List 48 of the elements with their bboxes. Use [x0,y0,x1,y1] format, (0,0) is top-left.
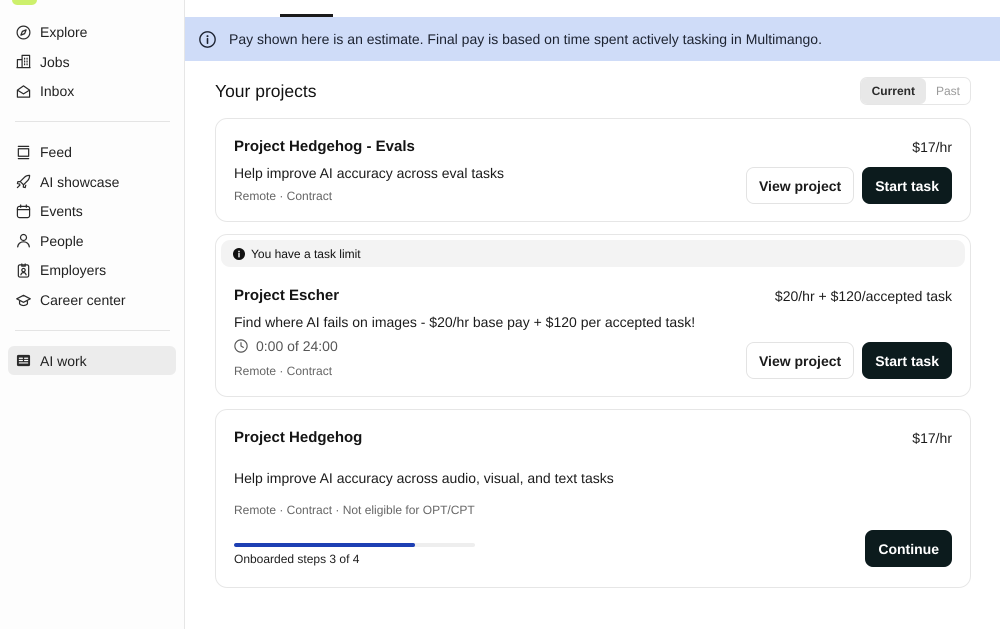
list-card-icon [16,353,31,368]
project-title: Project Hedgehog [234,428,362,448]
project-description: Help improve AI accuracy across audio, visual, and text tasks [234,469,614,488]
info-icon [199,30,216,48]
progress-label: Onboarded steps 3 of 4 [234,551,360,568]
project-meta: Remote · Contract · Not eligible for OPT/CPT [234,502,476,519]
notice-text: You have a task limit [251,246,361,260]
person-icon [16,233,31,248]
project-meta: Remote · Contract [234,363,334,380]
action-button[interactable]: Continue [865,530,952,567]
timer-text: 0:00 of 24:00 [256,338,338,354]
clock-icon [234,339,248,353]
nav-item[interactable]: AI work [8,346,176,376]
action-button[interactable]: Start task [862,342,952,379]
tray-icon [16,144,31,160]
id-badge-icon [16,262,31,278]
nav-item[interactable]: Jobs [8,47,176,77]
nav-item[interactable]: Employers [8,256,176,286]
graduation-cap-icon [16,292,31,308]
nav-item[interactable]: Events [8,196,176,226]
tab-indicator [280,14,333,17]
nav-item[interactable]: AI showcase [8,166,176,196]
nav-item[interactable]: Feed [8,137,176,167]
action-button[interactable]: View project [746,167,854,204]
rocket-icon [16,174,31,190]
project-meta: Remote · Contract [234,188,334,205]
action-button[interactable]: View project [746,342,854,379]
info-icon [233,248,245,260]
project-title: Project Hedgehog - Evals [234,137,415,157]
project-description: Help improve AI accuracy across eval tasks [234,164,504,183]
filter-tab[interactable]: Current [860,78,926,104]
project-title: Project Escher [234,286,340,306]
nav-item[interactable]: Career center [8,285,176,315]
section-title: Your projects [215,80,316,102]
envelope-icon [16,84,31,99]
nav-item[interactable]: Inbox [8,76,176,106]
calendar-icon [16,204,31,219]
project-description: Find where AI fails on images - $20/hr base pay + $120 per accepted task! [234,313,696,332]
compass-icon [16,24,31,40]
nav-item[interactable]: People [8,226,176,256]
nav-item[interactable]: Explore [8,18,176,48]
logo-icon [12,0,37,5]
pay-rate: $17/hr [912,138,952,157]
pay-rate: $17/hr [912,429,952,448]
banner-text: Pay shown here is an estimate. Final pay is based on time spent actively tasking in Multimango. [229,31,822,47]
building-icon [16,54,31,70]
action-button[interactable]: Start task [862,167,952,204]
pay-rate: $20/hr + $120/accepted task [774,287,952,306]
